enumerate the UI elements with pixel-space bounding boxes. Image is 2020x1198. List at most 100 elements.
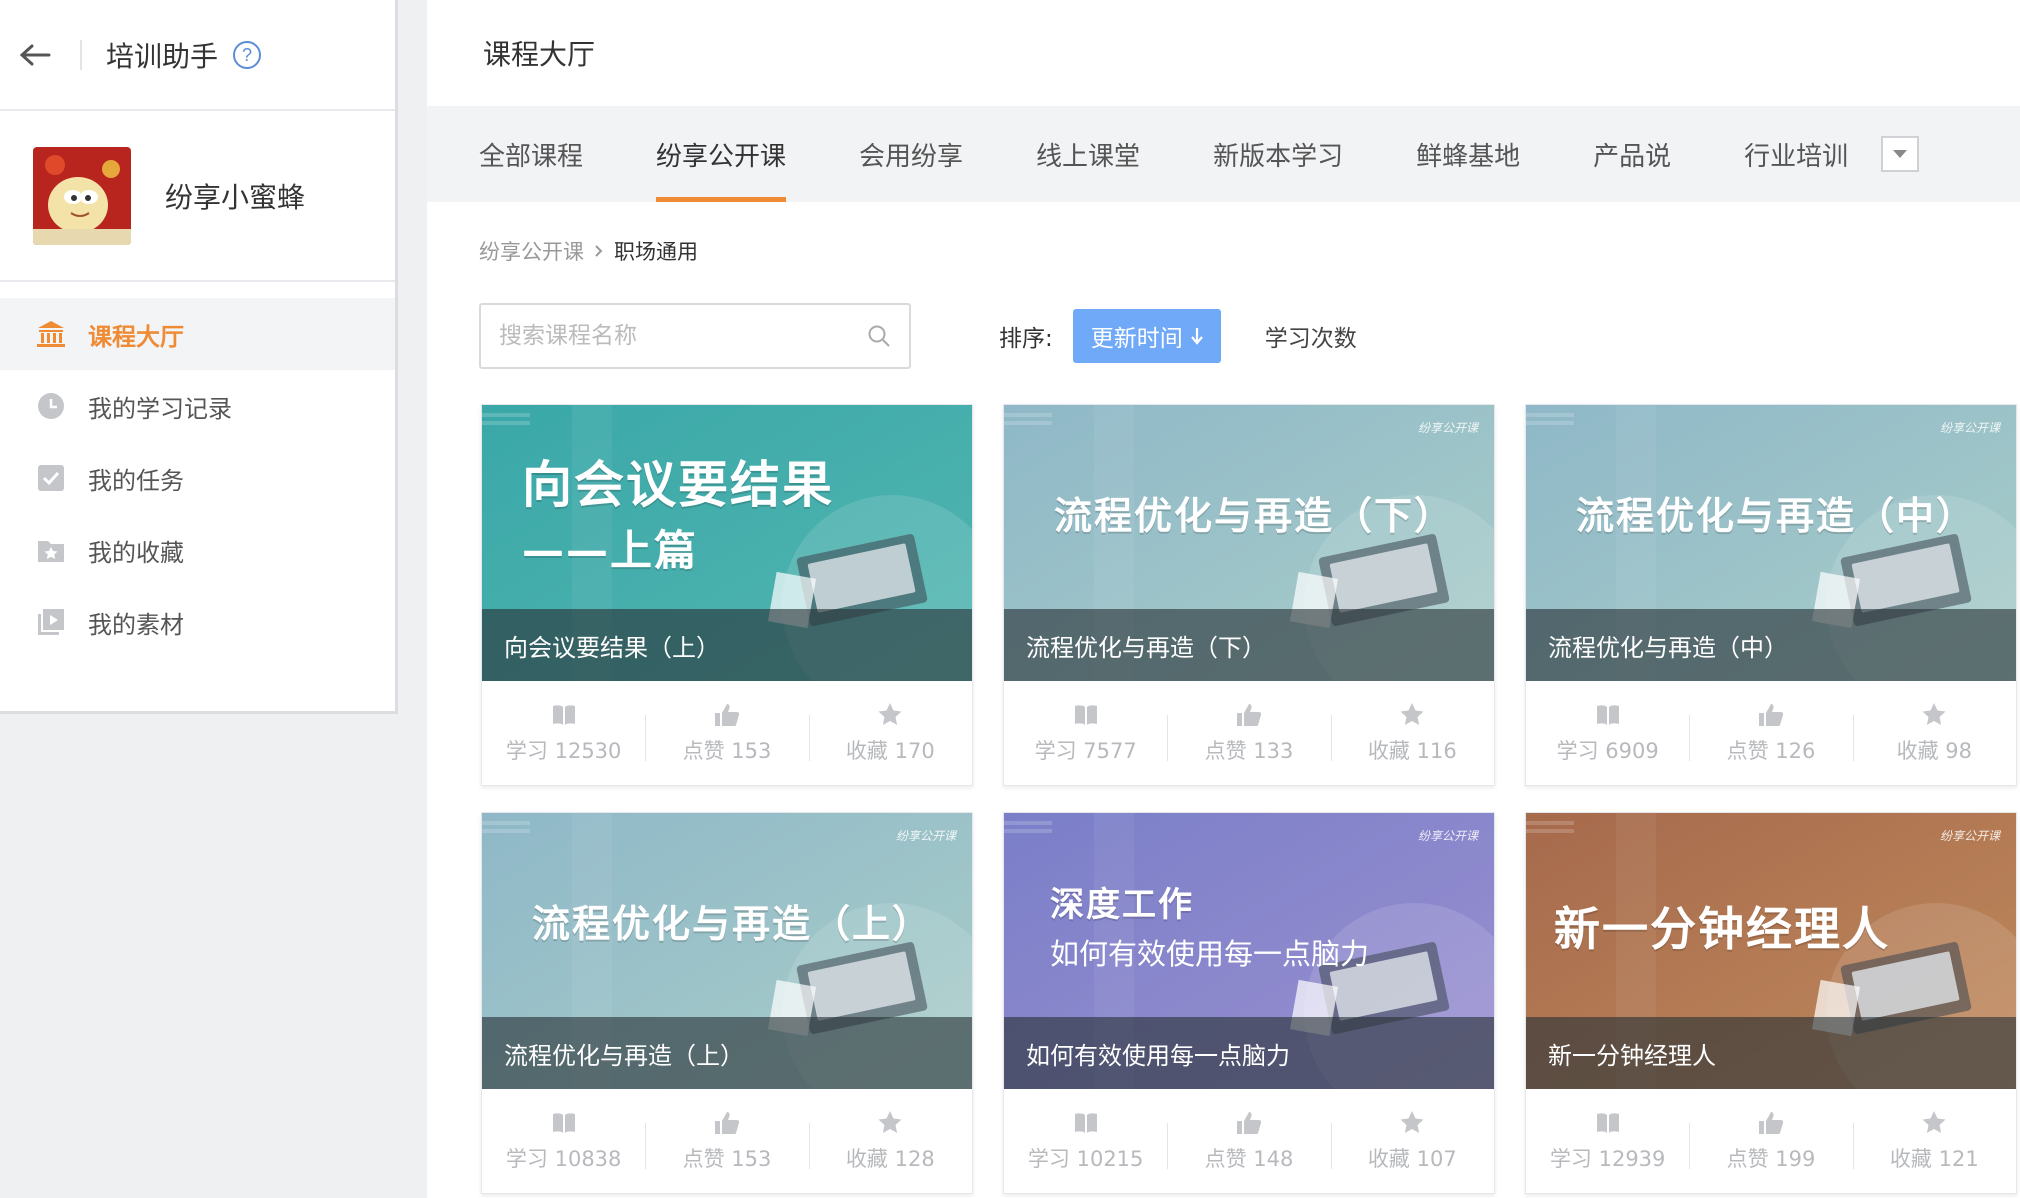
thumbs-up-icon bbox=[1236, 704, 1262, 726]
cover-brand: 纷享公开课 bbox=[1939, 421, 2000, 435]
thumbs-up-icon bbox=[1758, 704, 1784, 726]
like-count[interactable]: 点赞 126 bbox=[1689, 701, 1852, 765]
like-count[interactable]: 点赞 133 bbox=[1167, 701, 1330, 765]
breadcrumb-parent[interactable]: 纷享公开课 bbox=[479, 236, 584, 266]
tab-fresh-bee-base[interactable]: 鲜蜂基地 bbox=[1416, 106, 1520, 202]
course-stats: 学习 12530 点赞 153 收藏 170 bbox=[482, 681, 972, 785]
course-card[interactable]: 纷享公开课 流程优化与再造（中） 流程优化与再造（中） 学习 6909 点赞 126 收藏… bbox=[1525, 404, 2017, 786]
cover-title: 深度工作 bbox=[1050, 885, 1194, 925]
star-icon bbox=[878, 703, 902, 725]
cover-brand: 纷享公开课 bbox=[895, 829, 956, 843]
cover-brand: 纷享公开课 bbox=[1417, 421, 1478, 435]
fav-count-text: 收藏 116 bbox=[1367, 739, 1457, 763]
study-count[interactable]: 学习 12530 bbox=[482, 701, 645, 765]
book-icon bbox=[552, 705, 575, 725]
book-icon bbox=[1596, 705, 1619, 725]
like-count[interactable]: 点赞 199 bbox=[1689, 1109, 1852, 1173]
fav-count-text: 收藏 98 bbox=[1896, 739, 1973, 763]
course-cover[interactable]: 纷享公开课 流程优化与再造（上） 流程优化与再造（上） bbox=[482, 813, 972, 1089]
course-cover[interactable]: 纷享公开课 新一分钟经理人 新一分钟经理人 bbox=[1526, 813, 2016, 1089]
like-count[interactable]: 点赞 153 bbox=[645, 1109, 808, 1173]
main-panel: 课程大厅 全部课程 纷享公开课 会用纷享 线上课堂 新版本学习 鲜蜂基地 产品说… bbox=[427, 0, 2020, 1198]
course-cover[interactable]: 向会议要结果 ——上篇向会议要结果（上） bbox=[482, 405, 972, 681]
sidebar: 培训助手 ? 纷享小蜜蜂 课程大厅 我的学习记录 我的任务 我的收藏 我的素材 bbox=[0, 0, 398, 714]
cover-subtitle: ——上篇 bbox=[522, 526, 699, 575]
help-icon[interactable]: ? bbox=[232, 40, 262, 70]
search-input[interactable] bbox=[499, 323, 867, 349]
nav-item-favorites[interactable]: 我的收藏 bbox=[0, 514, 395, 586]
thumbs-up-icon bbox=[714, 704, 740, 726]
course-card[interactable]: 纷享公开课流程优化与再造（下） 流程优化与再造（下） 学习 7577 点赞 133 收藏… bbox=[1003, 404, 1495, 786]
course-card[interactable]: 向会议要结果 ——上篇向会议要结果（上） 学习 12530 点赞 153 收藏 170 bbox=[481, 404, 973, 786]
study-count-text: 学习 6909 bbox=[1556, 739, 1659, 763]
nav-label: 我的学习记录 bbox=[88, 394, 232, 423]
cover-title: 流程优化与再造（上） bbox=[532, 902, 933, 946]
tabs-more-dropdown[interactable] bbox=[1881, 136, 1920, 172]
sort-by-study-count-button[interactable]: 学习次数 bbox=[1265, 319, 1357, 353]
cover-title: 流程优化与再造（下） bbox=[1054, 494, 1455, 538]
nav-item-tasks[interactable]: 我的任务 bbox=[0, 442, 395, 514]
course-stats: 学习 10215 点赞 148 收藏 107 bbox=[1004, 1089, 1494, 1193]
fav-count[interactable]: 收藏 170 bbox=[808, 701, 972, 765]
svg-text:?: ? bbox=[242, 45, 252, 65]
book-icon bbox=[552, 1113, 575, 1133]
fav-count[interactable]: 收藏 121 bbox=[1852, 1109, 2016, 1173]
course-card[interactable]: 纷享公开课 深度工作 如何有效使用每一点脑力 如何有效使用每一点脑力 学习 10215 点… bbox=[1003, 812, 1495, 1194]
thumbs-up-icon bbox=[714, 1112, 740, 1134]
tab-new-version[interactable]: 新版本学习 bbox=[1213, 106, 1343, 202]
study-count[interactable]: 学习 12939 bbox=[1526, 1109, 1689, 1173]
course-grid: 向会议要结果 ——上篇向会议要结果（上） 学习 12530 点赞 153 收藏 170 纷… bbox=[481, 404, 2017, 1194]
course-card[interactable]: 纷享公开课 新一分钟经理人 新一分钟经理人学习 12939 点赞 199 收藏 121 bbox=[1525, 812, 2017, 1194]
like-count[interactable]: 点赞 148 bbox=[1167, 1109, 1330, 1173]
star-icon bbox=[1400, 703, 1424, 725]
fav-count[interactable]: 收藏 107 bbox=[1330, 1109, 1494, 1173]
tab-public-courses[interactable]: 纷享公开课 bbox=[656, 106, 787, 202]
course-cover[interactable]: 纷享公开课 深度工作 如何有效使用每一点脑力 如何有效使用每一点脑力 bbox=[1004, 813, 1494, 1089]
course-stats: 学习 10838 点赞 153 收藏 128 bbox=[482, 1089, 972, 1193]
study-count[interactable]: 学习 6909 bbox=[1526, 701, 1689, 765]
tab-all-courses[interactable]: 全部课程 bbox=[479, 106, 583, 202]
sidebar-title: 培训助手 bbox=[106, 39, 219, 73]
search-box bbox=[479, 303, 911, 369]
fav-count-text: 收藏 107 bbox=[1367, 1147, 1457, 1171]
like-count[interactable]: 点赞 153 bbox=[645, 701, 808, 765]
course-cover[interactable]: 纷享公开课流程优化与再造（下） 流程优化与再造（下） bbox=[1004, 405, 1494, 681]
cover-brand: 纷享公开课 bbox=[1417, 829, 1478, 843]
fav-count[interactable]: 收藏 98 bbox=[1852, 701, 2016, 765]
study-count-text: 学习 10215 bbox=[1027, 1147, 1144, 1171]
study-count[interactable]: 学习 10838 bbox=[482, 1109, 645, 1173]
fav-count-text: 收藏 128 bbox=[845, 1147, 935, 1171]
course-card[interactable]: 纷享公开课 流程优化与再造（上） 流程优化与再造（上） 学习 10838 点赞 153 收… bbox=[481, 812, 973, 1194]
course-caption: 新一分钟经理人 bbox=[1526, 1017, 2016, 1089]
like-count-text: 点赞 126 bbox=[1726, 739, 1816, 763]
fav-count-text: 收藏 170 bbox=[845, 739, 935, 763]
tab-industry-training[interactable]: 行业培训 bbox=[1744, 106, 1848, 202]
study-count[interactable]: 学习 10215 bbox=[1004, 1109, 1167, 1173]
nav-item-materials[interactable]: 我的素材 bbox=[0, 586, 395, 658]
sidebar-header: 培训助手 ? bbox=[0, 0, 395, 111]
back-arrow-icon[interactable] bbox=[18, 38, 52, 72]
header-divider bbox=[80, 39, 82, 70]
tab-online-class[interactable]: 线上课堂 bbox=[1036, 106, 1140, 202]
fav-count[interactable]: 收藏 116 bbox=[1330, 701, 1494, 765]
tab-using-fxiaoke[interactable]: 会用纷享 bbox=[859, 106, 963, 202]
like-count-text: 点赞 153 bbox=[682, 1147, 772, 1171]
search-icon[interactable] bbox=[867, 324, 891, 348]
star-icon bbox=[1922, 1111, 1946, 1133]
nav-item-study-record[interactable]: 我的学习记录 bbox=[0, 370, 395, 442]
nav-label: 我的任务 bbox=[88, 466, 184, 495]
sort-by-update-time-button[interactable]: 更新时间 bbox=[1072, 309, 1221, 363]
study-count[interactable]: 学习 7577 bbox=[1004, 701, 1167, 765]
course-caption: 向会议要结果（上） bbox=[482, 609, 972, 681]
nav-item-course-hall[interactable]: 课程大厅 bbox=[0, 298, 395, 370]
tab-product-talk[interactable]: 产品说 bbox=[1593, 106, 1671, 202]
fav-count[interactable]: 收藏 128 bbox=[808, 1109, 972, 1173]
cover-title: 向会议要结果 bbox=[522, 456, 834, 514]
course-caption: 流程优化与再造（下） bbox=[1004, 609, 1494, 681]
like-count-text: 点赞 153 bbox=[682, 739, 772, 763]
nav-label: 我的素材 bbox=[88, 610, 184, 639]
course-cover[interactable]: 纷享公开课 流程优化与再造（中） 流程优化与再造（中） bbox=[1526, 405, 2016, 681]
book-icon bbox=[1074, 705, 1097, 725]
study-count-text: 学习 10838 bbox=[505, 1147, 622, 1171]
avatar[interactable] bbox=[33, 146, 131, 245]
